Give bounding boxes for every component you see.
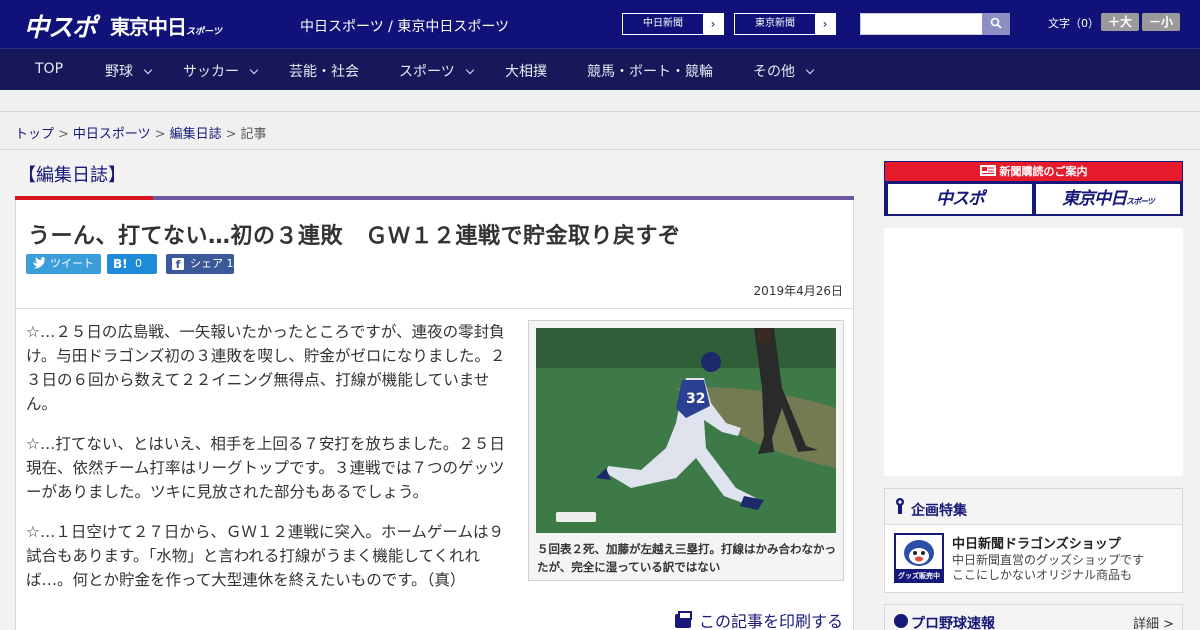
nav-label: TOP xyxy=(35,61,64,77)
nav-item-racing[interactable]: 競馬・ボート・競輪 xyxy=(587,61,713,81)
article-headline: うーん、打てない…初の３連敗 ＧＷ１２連戦で貯金取り戻すぞ xyxy=(28,224,681,249)
nav-item-sumo[interactable]: 大相撲 xyxy=(505,61,547,81)
site-title: 中日スポーツ / 東京中日スポーツ xyxy=(300,19,510,35)
feature-title: 企画特集 xyxy=(911,503,967,519)
shop-badge-text: グッズ販売中 xyxy=(898,571,940,580)
article-paragraph: ☆…打てない、とはいえ、相手を上回る７安打を放ちました。２５日現在、依然チーム打… xyxy=(26,435,505,501)
ext-link-label: 東京新聞 xyxy=(755,18,795,29)
nav-label: その他 xyxy=(753,64,795,80)
breadcrumb-separator: > xyxy=(225,127,237,142)
subscribe-tokyo-chunichi-button[interactable]: 東京中日スポーツ xyxy=(1036,184,1180,214)
breadcrumb-current: 記事 xyxy=(240,127,267,142)
ext-link-label: 中日新聞 xyxy=(643,18,683,29)
feature-panel: 企画特集 グッズ販売中 中日新聞ドラゴンズショップ 中日新聞直営のグッズショップ… xyxy=(884,488,1183,593)
facebook-icon: f xyxy=(172,258,184,271)
nav-item-sports[interactable]: スポーツ xyxy=(399,61,474,81)
article-figure: 32 ５回表２死、加藤が左越え三塁打。打線はかみ合わなかったが、完全に湿っている… xyxy=(528,320,844,581)
breadcrumb-separator: > xyxy=(154,127,166,142)
divider xyxy=(16,308,853,309)
tokyo-chunichi-logo[interactable]: 東京中日スポーツ xyxy=(110,11,222,40)
chevron-down-icon xyxy=(143,65,153,75)
article-date: 2019年4月26日 xyxy=(753,284,843,298)
dragons-mascot-image: グッズ販売中 xyxy=(896,535,942,581)
font-smaller-button[interactable]: －小 xyxy=(1142,13,1180,31)
chevron-down-icon xyxy=(465,65,474,75)
subscribe-tokyo-text: 東京中日 xyxy=(1062,189,1127,209)
search-button[interactable] xyxy=(982,13,1010,35)
chunichi-shimbun-link[interactable]: 中日新聞 › xyxy=(622,13,724,35)
nav-label: 大相撲 xyxy=(505,64,547,80)
hatena-count: 0 xyxy=(135,257,142,270)
subscription-heading: 新聞購読のご案内 xyxy=(885,162,1182,181)
newspaper-icon xyxy=(979,165,996,176)
photo-caption: ５回表２死、加藤が左越え三塁打。打線はかみ合わなかったが、完全に湿っている訳では… xyxy=(537,542,836,574)
tweet-button[interactable]: ツイート xyxy=(26,254,101,274)
breadcrumb-editorial-diary[interactable]: 編集日誌 xyxy=(170,127,222,142)
search-icon xyxy=(990,17,1002,29)
chuspo-logo[interactable]: 中スポ xyxy=(24,8,97,44)
subscribe-tokyo-sub: スポーツ xyxy=(1126,197,1155,206)
nav-item-baseball[interactable]: 野球 xyxy=(105,61,153,81)
chevron-down-icon xyxy=(249,65,259,75)
tokyo-logo-sub: スポーツ xyxy=(186,27,222,37)
scores-title: プロ野球速報 xyxy=(911,616,995,630)
hatena-bookmark-button[interactable]: B! 0 xyxy=(107,254,157,274)
twitter-icon xyxy=(33,257,45,269)
nav-label: 競馬・ボート・競輪 xyxy=(587,64,713,80)
nav-label: サッカー xyxy=(183,64,239,80)
article-paragraph: ☆…１日空けて２７日から、ＧＷ１２連戦に突入。ホームゲームは９試合もあります。「… xyxy=(26,523,504,589)
article-paragraph: ☆…２５日の広島戦、一矢報いたかったところですが、連夜の零封負け。与田ドラゴンズ… xyxy=(26,323,506,413)
scores-detail-link[interactable]: 詳細 > xyxy=(1133,613,1174,630)
print-label: この記事を印刷する xyxy=(698,612,843,630)
hatena-icon: B! xyxy=(113,257,128,271)
jersey-number: 32 xyxy=(686,391,705,407)
font-larger-button[interactable]: ＋大 xyxy=(1101,13,1139,31)
breadcrumb-chunichi-sports[interactable]: 中日スポーツ xyxy=(73,127,151,142)
print-article-link[interactable]: この記事を印刷する xyxy=(674,608,843,630)
nav-item-other[interactable]: その他 xyxy=(753,61,815,81)
tokyo-shimbun-link[interactable]: 東京新聞 › xyxy=(734,13,836,35)
shop-desc-line: ここにしかないオリジナル商品も xyxy=(952,568,1133,582)
tweet-label: ツイート xyxy=(50,257,94,270)
nav-label: スポーツ xyxy=(399,64,455,80)
sub-strip xyxy=(0,90,1200,112)
subscription-banner[interactable]: 新聞購読のご案内 中スポ 東京中日スポーツ xyxy=(884,161,1183,216)
breadcrumb-separator: > xyxy=(58,127,69,142)
nav-item-entertainment[interactable]: 芸能・社会 xyxy=(289,61,359,81)
subscription-heading-text: 新聞購読のご案内 xyxy=(999,165,1088,178)
chevron-right-icon: › xyxy=(815,14,835,34)
dragons-shop-description: 中日新聞直営のグッズショップです ここにしかないオリジナル商品も xyxy=(952,553,1144,583)
nav-label: 芸能・社会 xyxy=(289,64,359,80)
dragons-shop-thumbnail[interactable]: グッズ販売中 xyxy=(894,533,944,583)
baseball-icon xyxy=(894,614,908,628)
subscribe-chuspo-button[interactable]: 中スポ xyxy=(888,184,1032,214)
breadcrumb-top[interactable]: トップ xyxy=(15,127,54,142)
main-nav: TOP 野球 サッカー 芸能・社会 スポーツ 大相撲 競馬・ボート・競輪 その他 xyxy=(0,48,1200,90)
chevron-right-icon: › xyxy=(703,14,723,34)
search-input[interactable] xyxy=(860,13,983,35)
top-header: 中スポ 東京中日スポーツ 中日スポーツ / 東京中日スポーツ 中日新聞 › 東京… xyxy=(0,0,1200,48)
font-size-label: 文字（0） xyxy=(1048,17,1099,30)
article: うーん、打てない…初の３連敗 ＧＷ１２連戦で貯金取り戻すぞ ツイート B! 0 … xyxy=(15,200,854,630)
feature-header: 企画特集 xyxy=(885,489,1182,525)
facebook-share-button[interactable]: f シェア 1 xyxy=(166,254,234,274)
advertisement-slot xyxy=(884,228,1183,476)
breadcrumb: トップ > 中日スポーツ > 編集日誌 > 記事 xyxy=(15,123,267,142)
nav-item-soccer[interactable]: サッカー xyxy=(183,61,259,81)
nav-item-top[interactable]: TOP xyxy=(35,61,63,77)
baseball-player-image: 32 xyxy=(536,328,836,533)
printer-icon xyxy=(674,611,692,628)
tokyo-logo-text: 東京中日 xyxy=(110,15,187,39)
facebook-share-label: シェア 1 xyxy=(190,257,234,270)
breadcrumb-bar: トップ > 中日スポーツ > 編集日誌 > 記事 xyxy=(0,113,1200,150)
shop-desc-line: 中日新聞直営のグッズショップです xyxy=(952,553,1145,567)
dragons-shop-link[interactable]: 中日新聞ドラゴンズショップ xyxy=(952,533,1121,552)
pin-icon xyxy=(896,498,904,514)
section-title[interactable]: 【編集日誌】 xyxy=(18,161,126,187)
baseball-scores-panel: プロ野球速報 詳細 > xyxy=(884,604,1183,630)
nav-label: 野球 xyxy=(105,64,133,80)
chevron-down-icon xyxy=(805,65,815,75)
article-photo[interactable]: 32 xyxy=(536,328,836,533)
